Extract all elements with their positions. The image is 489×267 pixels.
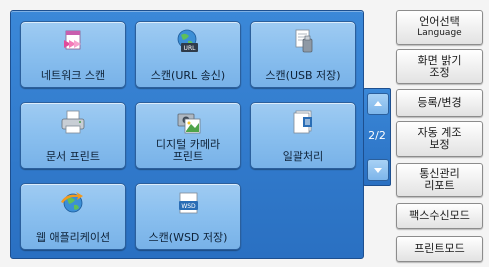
- page-up-button[interactable]: [367, 93, 389, 115]
- language-label: 언어선택: [419, 15, 460, 28]
- brightness-sublabel: 조정: [429, 65, 450, 79]
- scan-usb-icon: [288, 28, 318, 54]
- language-sublabel: Language: [417, 28, 462, 38]
- print-mode-button[interactable]: 프린트모드: [396, 236, 483, 262]
- language-button[interactable]: 언어선택 Language: [396, 10, 483, 45]
- auto-gradation-button[interactable]: 자동 계조 보정: [396, 121, 483, 157]
- comm-report-button[interactable]: 통신관리 리포트: [396, 163, 483, 197]
- network-scan-icon: [58, 28, 88, 54]
- web-application-tile[interactable]: 웹 애플리케이션: [20, 183, 126, 250]
- page-navigator: 2/2: [363, 88, 391, 186]
- comm-report-sublabel: 리포트: [424, 179, 455, 192]
- chevron-up-icon: [374, 101, 382, 106]
- scan-wsd-icon: WSD: [173, 190, 203, 216]
- auto-gradation-sublabel: 보정: [429, 138, 450, 151]
- network-scan-tile[interactable]: 네트워크 스캔: [20, 21, 126, 88]
- web-application-icon: [58, 190, 88, 216]
- scan-url-icon: URL: [173, 28, 203, 54]
- svg-text:WSD: WSD: [181, 203, 196, 210]
- register-change-button[interactable]: 등록/변경: [396, 89, 483, 117]
- fax-receive-mode-button[interactable]: 팩스수신모드: [396, 203, 483, 229]
- scan-usb-tile[interactable]: 스캔(USB 저장): [250, 21, 356, 88]
- service-tile-panel: 네트워크 스캔 URL 스캔(URL 송신) 스캔(USB 저장) 문서 프린트…: [10, 10, 364, 259]
- tile-label: 네트워크 스캔: [40, 69, 106, 82]
- camera-print-tile[interactable]: 디지털 카메라 프린트: [135, 102, 241, 169]
- page-down-button[interactable]: [367, 159, 389, 181]
- fax-receive-mode-label: 팩스수신모드: [409, 209, 470, 222]
- brightness-button[interactable]: 화면 밝기 조정: [396, 49, 483, 84]
- printer-icon: [58, 109, 88, 135]
- page-indicator: 2/2: [368, 129, 386, 142]
- tile-label: 스캔(USB 저장): [265, 69, 341, 82]
- tile-label: 문서 프린트: [45, 150, 101, 163]
- tile-label: 일괄처리: [282, 150, 324, 163]
- batch-process-icon: [288, 109, 318, 135]
- scan-url-tile[interactable]: URL 스캔(URL 송신): [135, 21, 241, 88]
- scan-wsd-tile[interactable]: WSD 스캔(WSD 저장): [135, 183, 241, 250]
- tile-label: 스캔(WSD 저장): [148, 231, 228, 244]
- batch-process-tile[interactable]: 일괄처리: [250, 102, 356, 169]
- svg-text:URL: URL: [184, 45, 197, 52]
- document-print-tile[interactable]: 문서 프린트: [20, 102, 126, 169]
- brightness-label: 화면 밝기: [417, 53, 462, 67]
- tile-label: 디지털 카메라 프린트: [155, 138, 221, 163]
- tile-label: 스캔(URL 송신): [150, 69, 226, 82]
- tile-label: 웹 애플리케이션: [35, 231, 111, 244]
- print-mode-label: 프린트모드: [414, 242, 465, 255]
- chevron-down-icon: [374, 168, 382, 173]
- camera-print-icon: [173, 109, 203, 135]
- services-screen: 네트워크 스캔 URL 스캔(URL 송신) 스캔(USB 저장) 문서 프린트…: [0, 0, 489, 267]
- register-change-label: 등록/변경: [417, 96, 462, 109]
